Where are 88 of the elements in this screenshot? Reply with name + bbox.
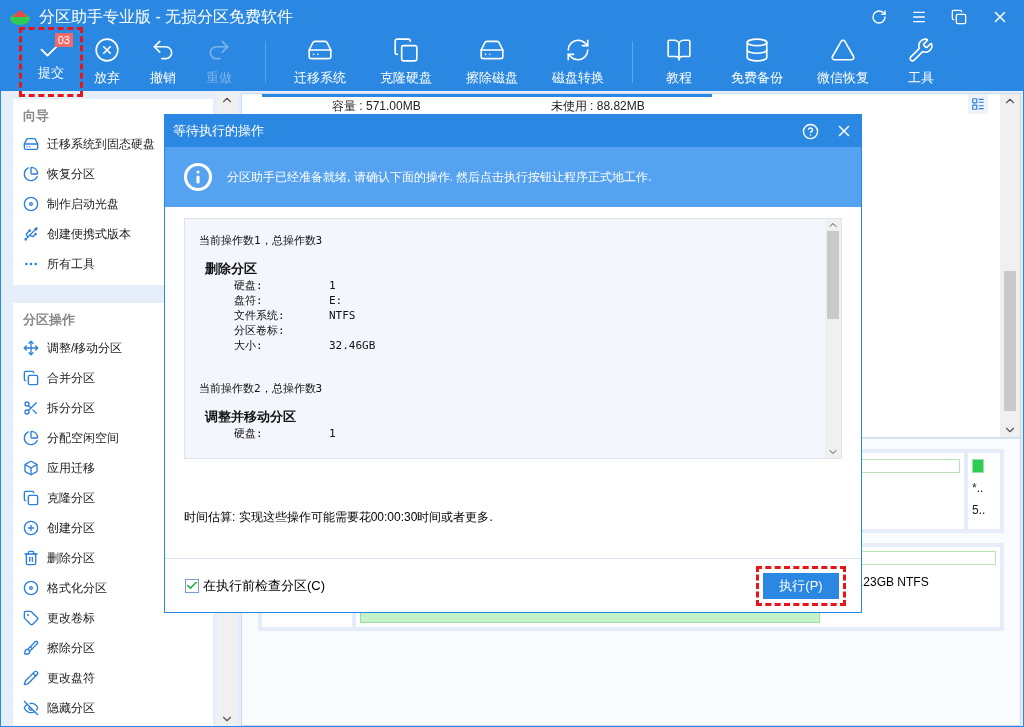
toolbar-button[interactable]: 工具 [895,33,947,91]
info-icon [183,162,213,192]
field-label: 大小: [234,338,264,353]
plus-circle-icon [23,520,39,536]
pie-chart-icon [23,430,39,446]
log-header: 当前操作数1，总操作数3 [199,233,324,248]
execute-button[interactable]: 执行(P) [763,572,839,599]
app-logo-icon [9,8,31,26]
section-title: 分区操作 [22,311,76,329]
field-value: 32.46GB [329,338,377,353]
field-label: 文件系统: [234,308,286,323]
toolbar-button[interactable]: 撤销 [137,33,189,91]
sidebar-item[interactable]: 调整/移动分区 [13,333,213,363]
move-icon [23,340,39,356]
field-value: E: [329,293,344,308]
stacked-drive-icon [393,37,419,63]
sidebar-item[interactable]: 分配空闲空间 [13,423,213,453]
log-title: 删除分区 [205,260,258,278]
restore-icon[interactable] [951,9,967,25]
copy-icon [23,370,39,386]
eye-off-icon [23,700,39,716]
toolbar-button[interactable]: 教程 [653,33,705,91]
sidebar-item[interactable]: 更改盘符 [13,663,213,693]
toolbar-button[interactable]: 免费备份 [723,33,791,91]
disc-icon [23,580,39,596]
refresh-icon[interactable] [871,9,887,25]
info-text: 分区助手已经准备就绪, 请确认下面的操作. 然后点击执行按钮让程序正式地工作. [227,168,652,186]
sidebar-item[interactable]: 删除分区 [13,543,213,573]
check-icon [187,582,197,589]
usb-icon [23,226,39,242]
menu-icon[interactable] [911,9,927,25]
log-header: 当前操作数2，总操作数3 [199,381,324,396]
field-value: NTFS [329,308,357,323]
field-label: 分区卷标: [234,323,286,338]
list-icon [971,97,985,111]
partition-label: .23GB NTFS [860,575,929,589]
toolbar-button[interactable]: 迁移系统 [286,33,354,91]
toolbar-button[interactable]: 放弃 [81,33,133,91]
section-title: 向导 [22,107,50,125]
brush-icon [23,640,39,656]
toolbar-button[interactable]: 擦除磁盘 [458,33,526,91]
unused-label: 未使用 : 88.82MB [550,98,645,115]
pencil-icon [23,670,39,686]
window-title: 分区助手专业版 - 无损分区免费软件 [39,6,295,27]
toolbar-button[interactable]: 克隆硬盘 [372,33,440,91]
scrollbar[interactable] [825,219,841,458]
box-icon [23,460,39,476]
wrench-icon [908,37,934,63]
copy-icon [23,490,39,506]
sidebar-item[interactable]: 恢复分区 [13,159,213,189]
view-toggle-button[interactable] [968,94,988,114]
toolbar-button[interactable]: 提交 03 [25,33,77,91]
toolbar-button[interactable]: 微信恢复 [809,33,877,91]
partition-swatch [972,459,984,473]
scrollbar[interactable] [1000,94,1020,437]
field-label: 盘符: [234,293,264,308]
field-value: 1 [329,426,337,441]
sidebar-item[interactable]: 更改卷标 [13,603,213,633]
book-icon [666,37,692,63]
scrollbar-thumb[interactable] [827,231,839,319]
partition-label: *.. [972,481,985,495]
refresh-icon [565,37,591,63]
tag-icon [23,610,39,626]
sidebar-item[interactable]: 擦除分区 [13,633,213,663]
trash-icon [23,550,39,566]
close-circle-icon [94,37,120,63]
capacity-label: 容量 : 571.00MB [332,98,421,115]
dialog-title: 等待执行的操作 [173,122,265,140]
disc-icon [23,196,39,212]
help-icon[interactable] [802,122,819,140]
scrollbar-thumb[interactable] [1004,270,1016,411]
field-label: 硬盘: [234,426,264,441]
sidebar-item[interactable]: 隐藏分区 [13,693,213,723]
field-label: 硬盘: [234,278,264,293]
pie-chart-icon [23,166,39,182]
toolbar-button[interactable]: 磁盘转换 [544,33,612,91]
triangle-icon [830,37,856,63]
field-value: 1 [329,278,337,293]
time-estimate: 时间估算: 实现这些操作可能需要花00:00:30时间或者更多. [184,509,494,526]
count-badge: 03 [54,33,73,47]
sidebar-item[interactable]: 制作启动光盘 [13,189,213,219]
database-icon [744,37,770,63]
partition-label: 5.. [972,503,987,517]
sidebar-item[interactable]: 应用迁移 [13,453,213,483]
log-title: 调整并移动分区 [205,408,297,426]
drive-icon [23,136,39,152]
scissors-icon [23,400,39,416]
checkbox[interactable] [185,578,199,593]
